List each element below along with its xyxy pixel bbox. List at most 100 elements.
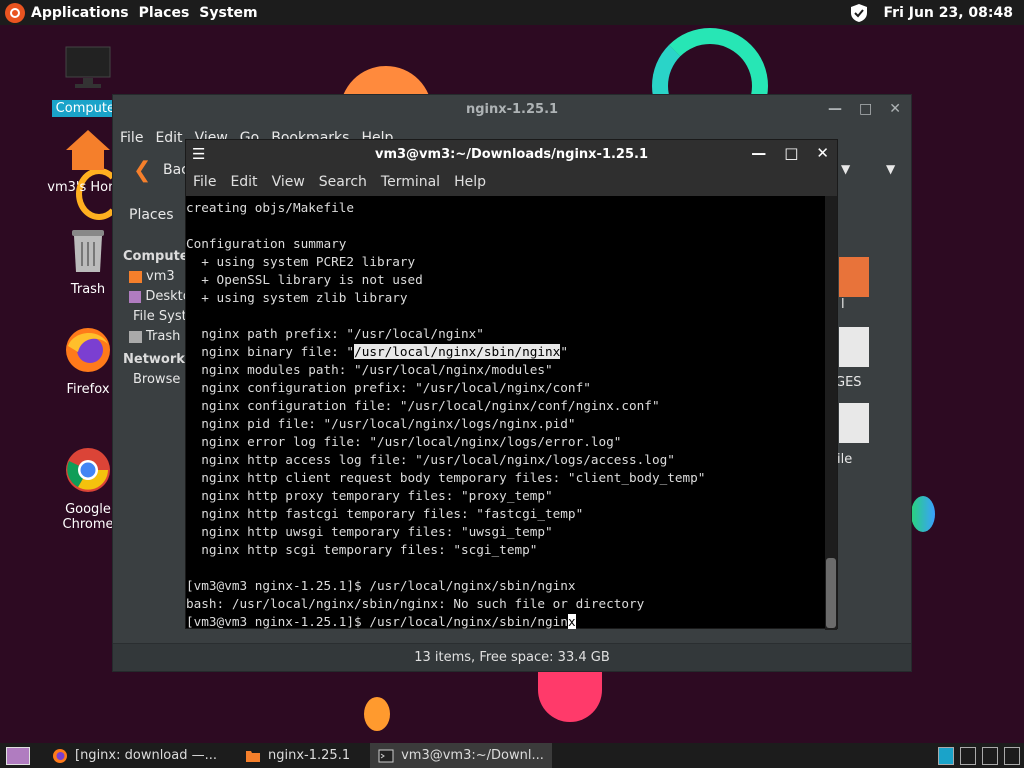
term-line: bash: /usr/local/nginx/sbin/nginx: No su… [186, 596, 645, 611]
term-line: nginx http client request body temporary… [186, 470, 706, 485]
sidebar-places-dropdown[interactable]: Places [129, 207, 174, 223]
firefox-icon [66, 328, 110, 372]
top-panel: Applications Places System Fri Jun 23, 0… [0, 0, 1024, 25]
term-line: nginx modules path: "/usr/local/nginx/mo… [186, 362, 553, 377]
sidebar-item-label: vm3 [146, 269, 175, 284]
term-line [186, 559, 826, 577]
shield-icon[interactable] [850, 3, 868, 23]
file-manager-titlebar[interactable]: nginx-1.25.1 — □ ✕ [113, 95, 911, 124]
wallpaper-blue-drop [911, 496, 935, 532]
chevron-down-icon[interactable]: ▼ [886, 162, 895, 176]
taskbar-item-firefox[interactable]: [nginx: download —... [44, 743, 225, 768]
term-text: " [560, 344, 568, 359]
term-prompt-line[interactable]: [vm3@vm3 nginx-1.25.1]$ /usr/local/nginx… [186, 613, 826, 630]
term-menu-view[interactable]: View [272, 174, 305, 190]
terminal-scrollbar[interactable] [825, 196, 837, 630]
close-icon[interactable]: ✕ [889, 101, 901, 117]
status-text: 13 items, Free space: 33.4 GB [414, 650, 610, 665]
file-item[interactable] [839, 327, 869, 367]
text-cursor: x [567, 614, 576, 629]
taskbar-item-label: [nginx: download —... [75, 748, 218, 763]
file-label: l [841, 297, 845, 312]
minimize-icon[interactable]: — [751, 144, 766, 162]
computer-icon [65, 46, 111, 88]
back-arrow-icon[interactable]: ❮ [133, 158, 151, 183]
wallpaper-pink-shape [538, 668, 602, 722]
term-text: nginx binary file: " [186, 344, 355, 359]
hamburger-menu-icon[interactable]: ☰ [192, 145, 205, 163]
term-line: nginx http access log file: "/usr/local/… [186, 452, 675, 467]
term-line: nginx path prefix: "/usr/local/nginx" [186, 326, 484, 341]
close-icon[interactable]: ✕ [816, 144, 829, 162]
taskbar-item-terminal[interactable]: vm3@vm3:~/Downl... [370, 743, 552, 768]
firefox-icon [53, 748, 67, 763]
desktop-icon [129, 290, 142, 303]
minimize-icon[interactable]: — [828, 101, 842, 117]
term-line: + using system zlib library [186, 290, 408, 305]
places-menu[interactable]: Places [139, 5, 190, 21]
clock[interactable]: Fri Jun 23, 08:48 [884, 5, 1014, 21]
terminal-icon [378, 749, 394, 762]
term-line: + OpenSSL library is not used [186, 272, 423, 287]
show-desktop-button[interactable] [6, 746, 30, 765]
taskbar-item-file-manager[interactable]: nginx-1.25.1 [237, 743, 358, 768]
term-line-highlighted: nginx binary file: "/usr/local/nginx/sbi… [186, 343, 826, 361]
term-line: nginx http uwsgi temporary files: "uwsgi… [186, 524, 553, 539]
workspace-2[interactable] [960, 746, 976, 765]
home-folder-icon [129, 270, 142, 283]
bottom-taskbar: [nginx: download —... nginx-1.25.1 vm3@v… [0, 743, 1024, 768]
term-line: nginx error log file: "/usr/local/nginx/… [186, 434, 622, 449]
workspace-3[interactable] [982, 746, 998, 765]
system-menu[interactable]: System [199, 5, 257, 21]
folder-icon [246, 750, 261, 762]
term-prompt-text: [vm3@vm3 nginx-1.25.1]$ /usr/local/nginx… [186, 614, 568, 629]
term-line: creating objs/Makefile [186, 200, 355, 215]
home-folder-icon [66, 130, 110, 170]
chevron-down-icon[interactable]: ▼ [841, 162, 850, 176]
trash-icon [72, 230, 104, 272]
fm-menu-edit[interactable]: Edit [155, 130, 182, 146]
maximize-icon[interactable]: □ [859, 101, 872, 117]
taskbar-item-label: nginx-1.25.1 [268, 748, 351, 763]
file-manager-statusbar: 13 items, Free space: 33.4 GB [113, 643, 911, 671]
maximize-icon[interactable]: □ [784, 144, 798, 162]
term-line: nginx configuration prefix: "/usr/local/… [186, 380, 591, 395]
file-label: ile [837, 452, 853, 467]
term-line: + using system PCRE2 library [186, 254, 416, 269]
term-menu-file[interactable]: File [193, 174, 216, 190]
terminal-menubar: File Edit View Search Terminal Help [186, 168, 837, 196]
file-item[interactable] [839, 403, 869, 443]
term-line: nginx http scgi temporary files: "scgi_t… [186, 542, 538, 557]
terminal-output[interactable]: creating objs/Makefile Configuration sum… [186, 196, 826, 630]
term-line: nginx pid file: "/usr/local/nginx/logs/n… [186, 416, 576, 431]
terminal-window[interactable]: ☰ vm3@vm3:~/Downloads/nginx-1.25.1 — □ ✕… [185, 139, 838, 630]
sidebar-item-label: Trash [146, 329, 181, 344]
term-line [186, 217, 826, 235]
applications-menu[interactable]: Applications [31, 5, 129, 21]
file-item[interactable] [839, 257, 869, 297]
term-line: Configuration summary [186, 236, 347, 251]
workspace-4[interactable] [1004, 746, 1020, 765]
term-line: nginx http fastcgi temporary files: "fas… [186, 506, 584, 521]
trash-icon [129, 330, 142, 343]
fm-menu-file[interactable]: File [120, 130, 143, 146]
term-menu-help[interactable]: Help [454, 174, 486, 190]
term-line [186, 307, 826, 325]
taskbar-item-label: vm3@vm3:~/Downl... [401, 748, 544, 763]
term-menu-edit[interactable]: Edit [230, 174, 257, 190]
file-label: GES [835, 375, 862, 390]
term-menu-search[interactable]: Search [319, 174, 367, 190]
selected-text[interactable]: /usr/local/nginx/sbin/nginx [354, 344, 561, 359]
term-line: [vm3@vm3 nginx-1.25.1]$ /usr/local/nginx… [186, 578, 576, 593]
wallpaper-orange-drop [364, 697, 390, 731]
workspace-1[interactable] [938, 746, 954, 765]
file-manager-title: nginx-1.25.1 [465, 102, 559, 117]
terminal-title: vm3@vm3:~/Downloads/nginx-1.25.1 [374, 146, 649, 162]
chrome-icon [66, 448, 110, 492]
term-line: nginx configuration file: "/usr/local/ng… [186, 398, 660, 413]
term-line: nginx http proxy temporary files: "proxy… [186, 488, 553, 503]
scrollbar-thumb[interactable] [826, 558, 836, 628]
ubuntu-logo-icon[interactable] [5, 2, 25, 23]
terminal-titlebar[interactable]: ☰ vm3@vm3:~/Downloads/nginx-1.25.1 — □ ✕ [186, 140, 837, 168]
term-menu-terminal[interactable]: Terminal [381, 174, 440, 190]
